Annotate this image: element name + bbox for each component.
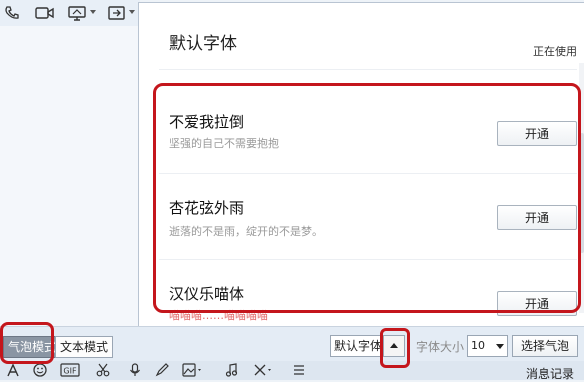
- choose-bubble-button[interactable]: 选择气泡: [512, 335, 578, 357]
- input-icon-row: GIF 消息记录: [0, 361, 584, 382]
- emoji-icon[interactable]: [33, 363, 47, 380]
- font-sample: 逝落的不是雨，绽开的不是梦。: [169, 225, 323, 238]
- more-icon[interactable]: [292, 363, 306, 380]
- font-list-toggle-button[interactable]: [383, 335, 405, 357]
- music-icon[interactable]: [225, 363, 239, 380]
- chevron-down-icon: [496, 344, 504, 349]
- activate-button[interactable]: 开通: [497, 291, 577, 316]
- transfer-caret-icon[interactable]: [129, 10, 135, 14]
- paint-icon[interactable]: [155, 363, 169, 380]
- delete-icon[interactable]: [253, 363, 275, 380]
- scrollbar[interactable]: [579, 63, 584, 313]
- triangle-up-icon: [390, 343, 398, 348]
- text-mode-button[interactable]: 文本模式: [55, 336, 114, 358]
- panel-title: 默认字体: [169, 34, 237, 54]
- image-icon[interactable]: [182, 363, 204, 380]
- font-item[interactable]: 汉仪乐喵体 喵喵喵……喵喵喵喵 开通: [159, 261, 577, 327]
- svg-text:GIF: GIF: [63, 367, 77, 376]
- voice-icon[interactable]: [128, 363, 142, 380]
- chat-toolbar: [0, 0, 140, 26]
- scissors-icon[interactable]: [96, 363, 110, 380]
- message-history-link[interactable]: 消息记录: [526, 365, 574, 382]
- transfer-icon[interactable]: [108, 5, 126, 21]
- gif-icon[interactable]: GIF: [60, 363, 80, 380]
- font-icon[interactable]: [6, 363, 20, 380]
- input-toolbar: 气泡模式 文本模式 默认字体 字体大小 10 选择气泡: [0, 326, 584, 361]
- video-icon[interactable]: [35, 5, 55, 21]
- font-select[interactable]: 默认字体: [330, 335, 387, 357]
- font-sample: 坚强的自己不需要抱抱: [169, 137, 279, 150]
- font-sample: 喵喵喵……喵喵喵喵: [169, 309, 268, 322]
- phone-icon[interactable]: [4, 5, 20, 21]
- bubble-mode-button[interactable]: 气泡模式: [3, 336, 62, 358]
- chat-message-area: [0, 26, 138, 326]
- screen-share-icon[interactable]: [68, 5, 86, 21]
- font-name: 杏花弦外雨: [169, 199, 245, 217]
- font-size-label: 字体大小: [416, 340, 465, 354]
- font-item[interactable]: 杏花弦外雨 逝落的不是雨，绽开的不是梦。 开通: [159, 175, 577, 260]
- font-panel: 默认字体 正在使用 不爱我拉倒 坚强的自己不需要抱抱 开通 杏花弦外雨 逝落的不…: [138, 2, 584, 327]
- scrollbar-thumb[interactable]: [580, 133, 584, 253]
- current-status-label: 正在使用: [533, 45, 577, 58]
- divider: [159, 69, 577, 70]
- font-name: 不爱我拉倒: [169, 113, 245, 131]
- activate-button[interactable]: 开通: [497, 205, 577, 230]
- font-size-value: 10: [471, 339, 485, 352]
- font-name: 汉仪乐喵体: [169, 285, 245, 303]
- font-size-select[interactable]: 10: [467, 335, 508, 357]
- font-item[interactable]: 不爱我拉倒 坚强的自己不需要抱抱 开通: [159, 89, 577, 174]
- activate-button[interactable]: 开通: [497, 121, 577, 146]
- screen-share-caret-icon[interactable]: [90, 10, 96, 14]
